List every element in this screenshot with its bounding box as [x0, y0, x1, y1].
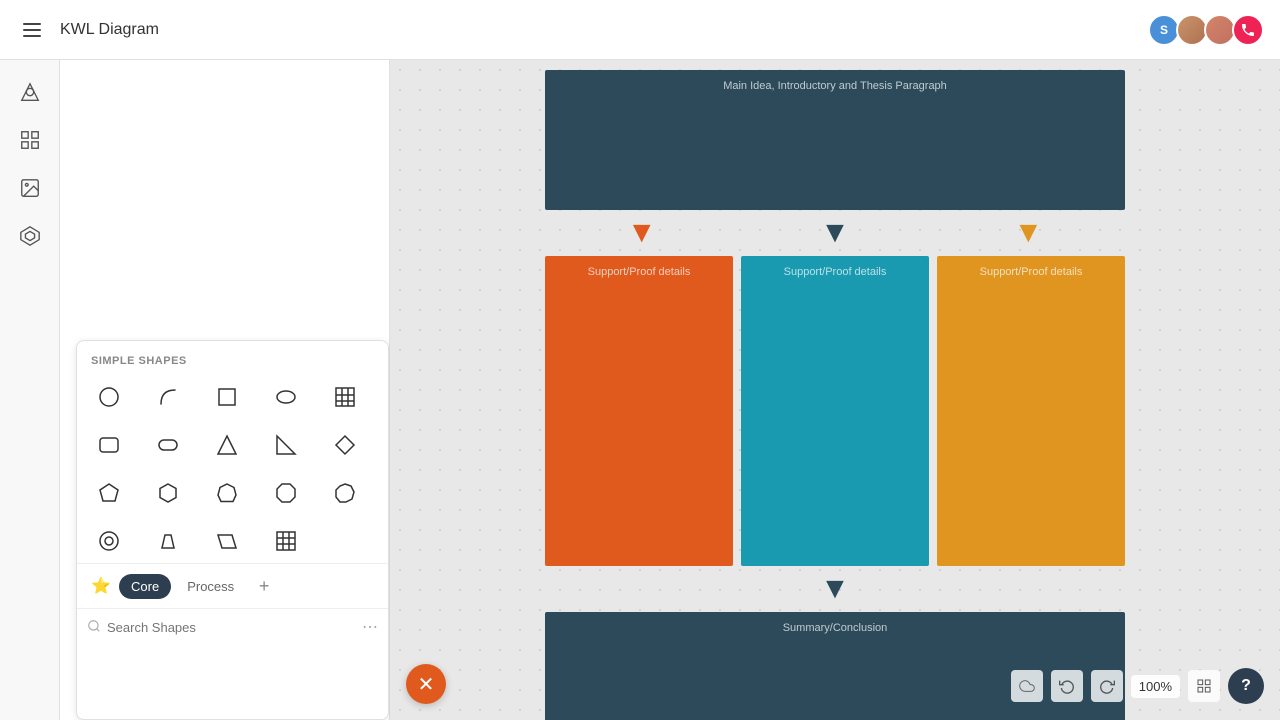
- top-box: Main Idea, Introductory and Thesis Parag…: [545, 70, 1125, 210]
- shape-arc[interactable]: [146, 375, 190, 419]
- help-button[interactable]: ?: [1228, 668, 1264, 704]
- arrow-row-bottom: ▼: [545, 566, 1125, 612]
- tab-core[interactable]: Core: [119, 574, 171, 599]
- shape-stadium[interactable]: [146, 423, 190, 467]
- grid-view-button[interactable]: [1188, 670, 1220, 702]
- bottom-box-label: Summary/Conclusion: [783, 622, 888, 634]
- diagram-inner: Main Idea, Introductory and Thesis Parag…: [545, 60, 1125, 720]
- shape-nonagon[interactable]: [323, 471, 367, 515]
- sidebar-icons: [0, 60, 60, 720]
- help-label: ?: [1241, 677, 1251, 695]
- search-icon: [87, 619, 101, 636]
- shape-pentagon[interactable]: [87, 471, 131, 515]
- shape-ellipse[interactable]: [264, 375, 308, 419]
- more-options-button[interactable]: ⋯: [362, 617, 378, 637]
- bottom-toolbar: 100% ?: [1011, 668, 1264, 704]
- shapes-tool-button[interactable]: [10, 72, 50, 112]
- three-columns: Support/Proof details Support/Proof deta…: [545, 256, 1125, 566]
- shape-donut[interactable]: [87, 519, 131, 563]
- arrow-left: ▼: [627, 218, 657, 248]
- shape-cross-table[interactable]: [264, 519, 308, 563]
- col-right: Support/Proof details: [937, 256, 1125, 566]
- grid-tool-button[interactable]: [10, 120, 50, 160]
- arrow-bottom: ▼: [820, 574, 850, 604]
- col-right-label: Support/Proof details: [980, 266, 1083, 278]
- shape-circle[interactable]: [87, 375, 131, 419]
- hamburger-icon: [23, 23, 41, 37]
- shape-hexagon[interactable]: [146, 471, 190, 515]
- header: KWL Diagram S: [0, 0, 1280, 60]
- col-center: Support/Proof details: [741, 256, 929, 566]
- shape-diamond[interactable]: [323, 423, 367, 467]
- shape-table[interactable]: [323, 375, 367, 419]
- zoom-display: 100%: [1131, 675, 1180, 698]
- shapes-tabs: ⭐ Core Process +: [77, 563, 388, 608]
- tab-process[interactable]: Process: [175, 574, 246, 599]
- search-input[interactable]: [107, 620, 356, 635]
- menu-button[interactable]: [16, 14, 48, 46]
- top-box-label: Main Idea, Introductory and Thesis Parag…: [723, 80, 947, 92]
- col-left: Support/Proof details: [545, 256, 733, 566]
- shapes-search: ⋯: [77, 608, 388, 645]
- col-left-label: Support/Proof details: [588, 266, 691, 278]
- avatar-group: S: [1152, 14, 1264, 46]
- shapes-panel: SIMPLE SHAPES: [60, 60, 390, 720]
- shape-heptagon[interactable]: [205, 471, 249, 515]
- close-fab-button[interactable]: ✕: [406, 664, 446, 704]
- shapes-panel-inner: SIMPLE SHAPES: [76, 340, 389, 720]
- shapes-section-title: SIMPLE SHAPES: [77, 341, 388, 375]
- shape-octagon[interactable]: [264, 471, 308, 515]
- main-layout: SIMPLE SHAPES: [0, 60, 1280, 720]
- shape-parallelogram[interactable]: [205, 519, 249, 563]
- shape-right-triangle[interactable]: [264, 423, 308, 467]
- diagram-container: Main Idea, Introductory and Thesis Parag…: [390, 60, 1280, 720]
- canvas-area[interactable]: Main Idea, Introductory and Thesis Parag…: [390, 60, 1280, 720]
- diagram-tool-button[interactable]: [10, 216, 50, 256]
- col-center-label: Support/Proof details: [784, 266, 887, 278]
- shape-trapezoid[interactable]: [146, 519, 190, 563]
- arrow-row-top: ▼ ▼ ▼: [545, 210, 1125, 256]
- shapes-grid: [77, 375, 388, 563]
- cloud-button[interactable]: [1011, 670, 1043, 702]
- avatar-phone: [1232, 14, 1264, 46]
- undo-button[interactable]: [1051, 670, 1083, 702]
- tab-add-button[interactable]: +: [250, 572, 278, 600]
- page-title: KWL Diagram: [60, 21, 1140, 39]
- shape-rounded-rect[interactable]: [87, 423, 131, 467]
- tab-favorites[interactable]: ⭐: [87, 572, 115, 600]
- image-tool-button[interactable]: [10, 168, 50, 208]
- arrow-right: ▼: [1013, 218, 1043, 248]
- shape-square[interactable]: [205, 375, 249, 419]
- redo-button[interactable]: [1091, 670, 1123, 702]
- shape-triangle[interactable]: [205, 423, 249, 467]
- arrow-center: ▼: [820, 218, 850, 248]
